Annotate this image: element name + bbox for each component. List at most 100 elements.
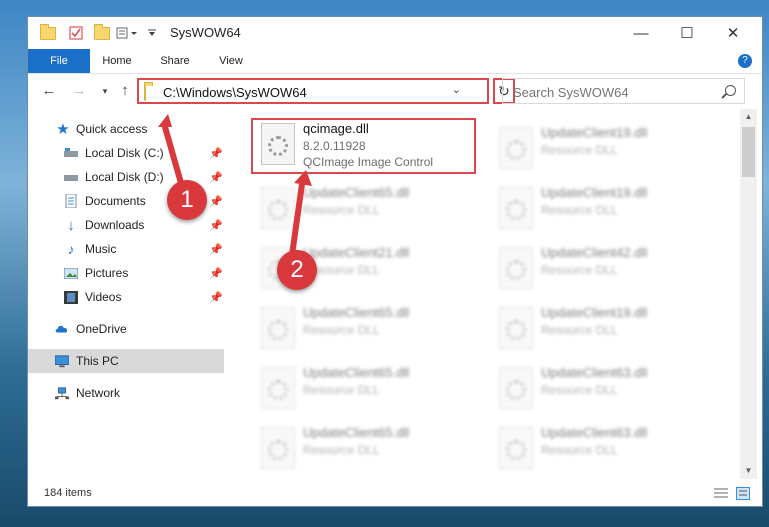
file-item[interactable]: UpdateClient19.dll Resource DLL xyxy=(491,302,726,358)
details-view-icon[interactable] xyxy=(714,487,728,500)
new-folder-icon[interactable] xyxy=(94,23,110,41)
address-path: C:\Windows\SysWOW64 xyxy=(163,85,307,100)
navigation-bar: ← → ▾ ↑ C:\Windows\SysWOW64 ⌄ ↻ xyxy=(28,73,762,109)
nav-music[interactable]: ♪ Music 📌 xyxy=(28,237,224,261)
scroll-thumb[interactable] xyxy=(742,127,755,177)
pin-icon[interactable]: 📌 xyxy=(209,171,223,184)
back-arrow-icon[interactable]: ← xyxy=(40,83,58,99)
pin-icon[interactable]: 📌 xyxy=(209,267,223,280)
dll-file-icon xyxy=(499,247,533,289)
download-icon: ↓ xyxy=(67,216,75,234)
recent-locations-icon[interactable]: ▾ xyxy=(96,83,114,99)
documents-icon xyxy=(64,194,78,208)
drive-icon xyxy=(64,146,78,160)
file-item[interactable]: UpdateClient65.dll Resource DLL xyxy=(253,182,488,238)
file-highlight-box xyxy=(251,118,476,174)
properties-icon[interactable] xyxy=(68,25,84,41)
nav-this-pc[interactable]: This PC xyxy=(28,349,224,373)
file-name: UpdateClient19.dll xyxy=(541,305,648,320)
file-description: Resource DLL xyxy=(303,383,380,397)
file-item[interactable]: UpdateClient63.dll Resource DLL xyxy=(491,422,726,478)
callout-1: 1 xyxy=(167,180,207,220)
address-bar[interactable]: C:\Windows\SysWOW64 ⌄ xyxy=(137,78,489,104)
file-description: Resource DLL xyxy=(541,443,618,457)
scroll-up-arrow-icon[interactable]: ▲ xyxy=(740,109,757,125)
vertical-scrollbar[interactable]: ▲ ▼ xyxy=(740,109,757,479)
nav-label: Local Disk (C:) xyxy=(85,146,164,160)
chevron-down-icon[interactable]: ⌄ xyxy=(452,83,461,96)
file-description: Resource DLL xyxy=(541,263,618,277)
pin-icon[interactable]: 📌 xyxy=(209,147,223,160)
music-icon: ♪ xyxy=(67,241,75,257)
folder-icon xyxy=(40,23,56,41)
minimize-button[interactable]: — xyxy=(618,17,664,49)
file-name: UpdateClient63.dll xyxy=(541,425,648,440)
dll-file-icon xyxy=(499,127,533,169)
dll-file-icon xyxy=(499,187,533,229)
tab-home[interactable]: Home xyxy=(92,49,142,73)
gear-icon xyxy=(268,320,288,340)
nav-quick-access[interactable]: ★ Quick access xyxy=(28,117,224,141)
dll-file-icon xyxy=(499,367,533,409)
pin-icon[interactable]: 📌 xyxy=(209,195,223,208)
nav-label: This PC xyxy=(76,354,119,368)
nav-onedrive[interactable]: OneDrive xyxy=(28,317,224,341)
dll-file-icon xyxy=(261,187,295,229)
file-name: UpdateClient19.dll xyxy=(541,185,648,200)
gear-icon xyxy=(506,140,526,160)
nav-label: Local Disk (D:) xyxy=(85,170,164,184)
item-count: 184 items xyxy=(44,487,92,499)
file-item[interactable]: UpdateClient19.dll Resource DLL xyxy=(491,122,726,178)
nav-videos[interactable]: Videos 📌 xyxy=(28,285,224,309)
nav-label: Pictures xyxy=(85,266,129,280)
dll-file-icon xyxy=(261,427,295,469)
close-button[interactable]: ✕ xyxy=(710,17,756,49)
nav-pictures[interactable]: Pictures 📌 xyxy=(28,261,224,285)
pin-icon[interactable]: 📌 xyxy=(209,243,223,256)
nav-label: Documents xyxy=(85,194,146,208)
gear-icon xyxy=(268,200,288,220)
nav-label: Videos xyxy=(85,290,122,304)
explorer-window: SysWOW64 — ☐ ✕ File Home Share View ? ← … xyxy=(27,16,763,507)
file-item[interactable]: UpdateClient19.dll Resource DLL xyxy=(491,182,726,238)
file-description: Resource DLL xyxy=(303,323,380,337)
maximize-button[interactable]: ☐ xyxy=(664,17,710,49)
help-icon[interactable]: ? xyxy=(738,54,752,68)
chevron-down-icon[interactable] xyxy=(144,25,160,41)
nav-label: Network xyxy=(76,386,121,400)
file-item[interactable]: UpdateClient65.dll Resource DLL xyxy=(253,362,488,418)
file-description: Resource DLL xyxy=(541,323,618,337)
tab-view[interactable]: View xyxy=(206,49,256,73)
search-icon[interactable] xyxy=(725,85,736,96)
star-icon: ★ xyxy=(56,121,70,138)
file-item[interactable]: UpdateClient42.dll Resource DLL xyxy=(491,242,726,298)
tab-file[interactable]: File xyxy=(28,49,90,73)
file-item[interactable]: UpdateClient65.dll Resource DLL xyxy=(253,422,488,478)
tab-share[interactable]: Share xyxy=(150,49,200,73)
file-name: UpdateClient21.dll xyxy=(303,245,410,260)
pin-icon[interactable]: 📌 xyxy=(209,291,223,304)
pin-icon[interactable]: 📌 xyxy=(209,219,223,232)
nav-local-disk-c[interactable]: Local Disk (C:) 📌 xyxy=(28,141,224,165)
customize-toolbar-icon[interactable] xyxy=(116,25,140,41)
up-arrow-icon[interactable]: ↑ xyxy=(116,83,134,99)
file-name: UpdateClient65.dll xyxy=(303,425,410,440)
large-icons-view-icon[interactable] xyxy=(736,487,750,500)
folder-icon xyxy=(144,85,146,101)
nav-network[interactable]: Network xyxy=(28,381,224,405)
file-name: UpdateClient65.dll xyxy=(303,305,410,320)
dll-file-icon xyxy=(261,367,295,409)
forward-arrow-icon[interactable]: → xyxy=(70,83,88,99)
dll-file-icon xyxy=(499,427,533,469)
file-name: UpdateClient63.dll xyxy=(541,365,648,380)
scroll-down-arrow-icon[interactable]: ▼ xyxy=(740,463,757,479)
search-box[interactable] xyxy=(502,78,745,104)
nav-label: Downloads xyxy=(85,218,145,232)
gear-icon xyxy=(268,440,288,460)
file-name: UpdateClient42.dll xyxy=(541,245,648,260)
dll-file-icon xyxy=(261,307,295,349)
file-item[interactable]: UpdateClient65.dll Resource DLL xyxy=(253,302,488,358)
file-item[interactable]: UpdateClient63.dll Resource DLL xyxy=(491,362,726,418)
search-input[interactable] xyxy=(511,83,715,101)
nav-label: Quick access xyxy=(76,122,148,136)
